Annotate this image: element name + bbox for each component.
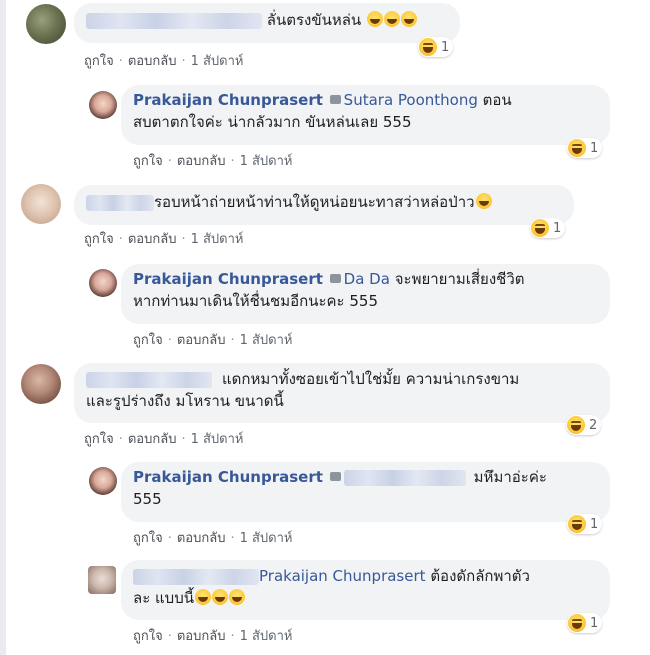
comment-text: สบตาตกใจค่ะ น่ากลัวมาก ขันหล่นเลย 555: [133, 113, 412, 131]
like-link[interactable]: ถูกใจ: [84, 54, 114, 69]
laughing-emoji-icon: [194, 589, 211, 605]
comment-bubble: แดกหมาทั้งซอยเข้าไปใช่มั้ย ความน่าเกรงขา…: [74, 363, 610, 423]
comment-thread: ลั่นตรงขันหล่น 1 ถูกใจ · ตอบกลับ · 1 สัปดาห์…: [0, 0, 650, 655]
reply-link[interactable]: ตอบกลับ: [177, 333, 226, 348]
timestamp[interactable]: 1 สัปดาห์: [240, 629, 293, 644]
reaction-count: 1: [590, 615, 599, 631]
comment-text: แดกหมาทั้งซอยเข้าไปใช่มั้ย ความน่าเกรงขา…: [222, 370, 520, 388]
reaction-summary[interactable]: 1: [530, 218, 566, 238]
timestamp[interactable]: 1 สัปดาห์: [191, 54, 244, 69]
laughing-emoji-icon: [366, 11, 383, 27]
laughing-emoji-icon: [211, 589, 228, 605]
like-link[interactable]: ถูกใจ: [133, 531, 163, 546]
laughing-emoji-icon: [228, 589, 245, 605]
avatar[interactable]: [89, 91, 117, 119]
comment-bubble: Prakaijan Chunprasert Sutara Poonthong ต…: [121, 85, 610, 145]
messenger-icon: [329, 274, 341, 283]
blurred-author-name[interactable]: [86, 194, 154, 211]
timestamp[interactable]: 1 สัปดาห์: [240, 531, 293, 546]
messenger-icon: [329, 95, 341, 104]
comment-text: รอบหน้าถ่ายหน้าท่านให้ดูหน่อยนะทาสว่าหล่…: [154, 193, 475, 211]
mention-link[interactable]: Prakaijan Chunprasert: [259, 567, 426, 585]
reaction-count: 2: [589, 417, 598, 433]
comment-text: จะพยายามเสี่ยงชีวิต: [394, 270, 525, 288]
mention-link[interactable]: Da Da: [344, 270, 390, 288]
author-name[interactable]: Prakaijan Chunprasert: [133, 270, 323, 288]
like-link[interactable]: ถูกใจ: [133, 333, 163, 348]
reaction-count: 1: [590, 140, 599, 156]
reaction-summary[interactable]: 1: [567, 613, 603, 633]
laughing-emoji-icon: [383, 11, 400, 27]
comment-actions: ถูกใจ · ตอบกลับ · 1 สัปดาห์: [84, 54, 244, 69]
like-link[interactable]: ถูกใจ: [84, 232, 114, 247]
reaction-count: 1: [590, 516, 599, 532]
author-name[interactable]: Prakaijan Chunprasert: [133, 468, 323, 486]
avatar[interactable]: [21, 364, 61, 404]
blurred-author-name[interactable]: [86, 371, 212, 388]
timestamp[interactable]: 1 สัปดาห์: [240, 154, 293, 169]
avatar[interactable]: [21, 184, 61, 224]
comment-text: และรูปร่างถึง มโหราน ขนาดนี้: [86, 392, 284, 410]
reaction-summary[interactable]: 1: [567, 514, 603, 534]
haha-reaction-icon: [568, 139, 586, 157]
reaction-summary[interactable]: 1: [418, 37, 454, 57]
avatar[interactable]: [89, 269, 117, 297]
like-link[interactable]: ถูกใจ: [133, 629, 163, 644]
reaction-count: 1: [553, 220, 562, 236]
haha-reaction-icon: [419, 38, 437, 56]
reply-link[interactable]: ตอบกลับ: [128, 432, 177, 447]
haha-reaction-icon: [567, 416, 585, 434]
comment-text: ต้องดักลักพาตัว: [430, 567, 530, 585]
laughing-emoji-icon: [475, 193, 492, 209]
like-link[interactable]: ถูกใจ: [133, 154, 163, 169]
comment-bubble: ลั่นตรงขันหล่น: [74, 3, 460, 43]
left-border: [0, 0, 6, 655]
comment-actions: ถูกใจ · ตอบกลับ · 1 สัปดาห์: [133, 629, 293, 644]
comment-bubble: Prakaijan Chunprasert Da Da จะพยายามเสี่…: [121, 264, 610, 324]
messenger-icon: [329, 472, 341, 481]
avatar[interactable]: [89, 467, 117, 495]
comment-actions: ถูกใจ · ตอบกลับ · 1 สัปดาห์: [84, 232, 244, 247]
blurred-author-name[interactable]: [133, 568, 259, 585]
blurred-mention[interactable]: [343, 469, 466, 486]
haha-reaction-icon: [568, 614, 586, 632]
timestamp[interactable]: 1 สัปดาห์: [240, 333, 293, 348]
avatar[interactable]: [26, 4, 66, 44]
reply-link[interactable]: ตอบกลับ: [177, 154, 226, 169]
haha-reaction-icon: [568, 515, 586, 533]
comment-bubble: Prakaijan Chunprasert ต้องดักลักพาตัว ละ…: [121, 560, 610, 620]
comment-text: มหึมาอ่ะค่ะ: [473, 468, 547, 486]
comment-text: หากท่านมาเดินให้ชื่นชมอีกนะคะ 555: [133, 292, 378, 310]
author-name[interactable]: Prakaijan Chunprasert: [133, 91, 323, 109]
reaction-count: 1: [441, 39, 450, 55]
reply-link[interactable]: ตอบกลับ: [128, 232, 177, 247]
reaction-summary[interactable]: 1: [567, 138, 603, 158]
comment-actions: ถูกใจ · ตอบกลับ · 1 สัปดาห์: [133, 333, 293, 348]
comment-text: ตอน: [482, 91, 512, 109]
comment-text: 555: [133, 490, 162, 508]
timestamp[interactable]: 1 สัปดาห์: [191, 232, 244, 247]
blurred-author-name[interactable]: [86, 12, 262, 29]
comment-bubble: รอบหน้าถ่ายหน้าท่านให้ดูหน่อยนะทาสว่าหล่…: [74, 185, 574, 225]
laughing-emoji-icon: [400, 11, 417, 27]
comment-actions: ถูกใจ · ตอบกลับ · 1 สัปดาห์: [84, 432, 244, 447]
reply-link[interactable]: ตอบกลับ: [177, 531, 226, 546]
comment-actions: ถูกใจ · ตอบกลับ · 1 สัปดาห์: [133, 531, 293, 546]
reaction-summary[interactable]: 2: [566, 415, 602, 435]
like-link[interactable]: ถูกใจ: [84, 432, 114, 447]
reply-link[interactable]: ตอบกลับ: [177, 629, 226, 644]
comment-actions: ถูกใจ · ตอบกลับ · 1 สัปดาห์: [133, 154, 293, 169]
reply-link[interactable]: ตอบกลับ: [128, 54, 177, 69]
comment-text: ละ แบบนี้: [133, 589, 194, 607]
comment-text: ลั่นตรงขันหล่น: [266, 11, 362, 29]
haha-reaction-icon: [531, 219, 549, 237]
timestamp[interactable]: 1 สัปดาห์: [191, 432, 244, 447]
avatar[interactable]: [88, 566, 116, 594]
comment-bubble: Prakaijan Chunprasert มหึมาอ่ะค่ะ 555: [121, 462, 610, 522]
mention-link[interactable]: Sutara Poonthong: [344, 91, 478, 109]
